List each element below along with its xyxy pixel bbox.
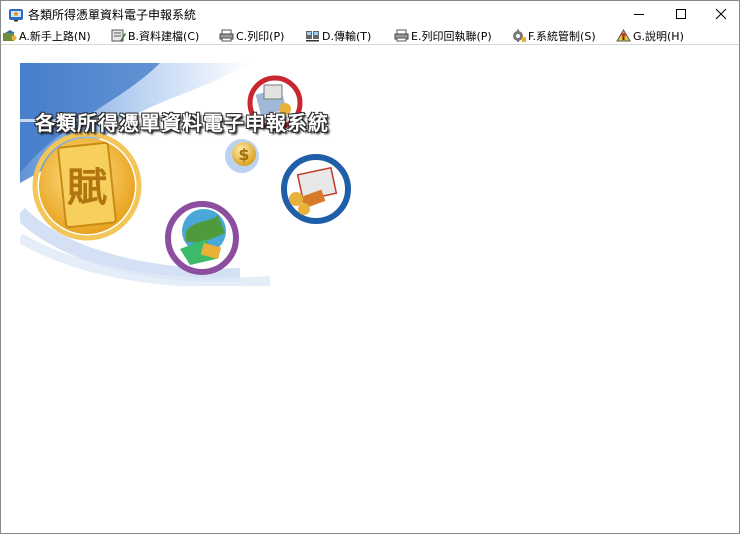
minimize-button[interactable] (619, 1, 659, 27)
banner-title: 各類所得憑單資料電子申報系統 (35, 111, 329, 135)
menu-bar: A.新手上路(N) B.資料建檔(C) C.列印(P) D.傳輸(T) E.列印… (1, 27, 739, 44)
menu-label: F.系統管制(S) (528, 29, 596, 43)
system-control-icon (513, 29, 526, 42)
menu-print[interactable]: C.列印(P) (219, 27, 284, 44)
close-icon (715, 8, 727, 20)
tax-emblem: 賦 (32, 131, 142, 241)
maximize-icon (676, 9, 686, 19)
menu-new-user[interactable]: A.新手上路(N) (2, 27, 91, 44)
app-icon (9, 9, 23, 22)
globe-illustration (165, 201, 239, 275)
menu-data-entry[interactable]: B.資料建檔(C) (111, 27, 199, 44)
menu-label: D.傳輸(T) (322, 29, 372, 43)
new-user-icon (3, 30, 17, 41)
window-title: 各類所得憑單資料電子申報系統 (28, 8, 197, 22)
receipt-printer-icon (394, 29, 409, 42)
menu-system-control[interactable]: F.系統管制(S) (511, 27, 596, 44)
chart-illustration (281, 154, 351, 224)
title-bar: 各類所得憑單資料電子申報系統 (1, 1, 739, 27)
main-window: 各類所得憑單資料電子申報系統 A.新手上路(N) B.資料建檔(C) C.列印(… (0, 0, 740, 534)
menu-transfer[interactable]: D.傳輸(T) (305, 27, 371, 44)
svg-text:$: $ (238, 145, 249, 164)
coin-illustration: $ (225, 139, 259, 173)
emblem-character: 賦 (67, 165, 107, 211)
menu-label: B.資料建檔(C) (128, 29, 200, 43)
banner-artwork: 賦 $ (15, 63, 358, 288)
transfer-icon (306, 31, 319, 42)
menu-label: C.列印(P) (236, 29, 285, 43)
menu-help[interactable]: G.說明(H) (616, 27, 684, 44)
splash-banner: 賦 $ 各類所得憑單資料電子申報系統 (15, 63, 358, 288)
menu-divider (1, 44, 739, 45)
close-button[interactable] (701, 1, 740, 27)
menu-label: G.說明(H) (633, 29, 684, 43)
menu-print-receipt[interactable]: E.列印回執聯(P) (394, 27, 492, 44)
menu-label: E.列印回執聯(P) (411, 29, 492, 43)
maximize-button[interactable] (661, 1, 701, 27)
printer-icon (219, 29, 234, 42)
help-icon (616, 29, 631, 42)
minimize-icon (634, 14, 644, 15)
data-entry-icon (111, 29, 126, 42)
menu-label: A.新手上路(N) (19, 29, 91, 43)
